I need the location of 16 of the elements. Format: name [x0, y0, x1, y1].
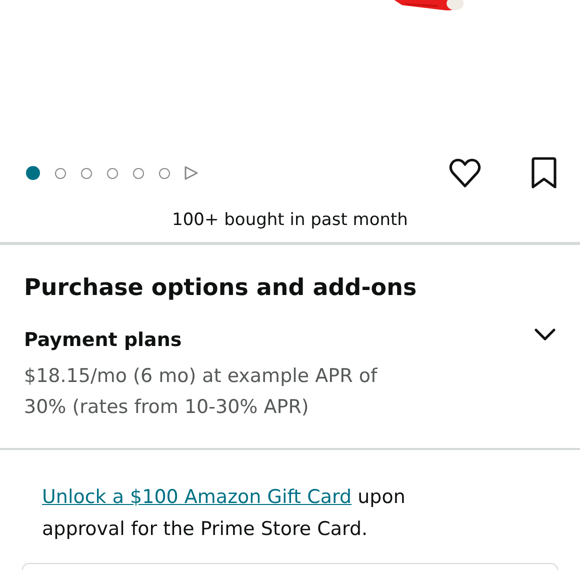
heart-icon[interactable]: [449, 158, 481, 188]
chevron-icon[interactable]: [534, 328, 556, 342]
bookmark-icon[interactable]: [531, 157, 557, 189]
subsection-heading: Payment plans: [24, 328, 182, 353]
carousel-dot[interactable]: [81, 168, 92, 178]
payment-plan-text: $18.15/mo (6 mo) at example APR of 30% (rates from 10-30% APR): [23, 364, 378, 420]
gift-card-link[interactable]: Unlock a $100 Amazon Gift Card: [42, 486, 352, 508]
carousel-dot[interactable]: [107, 168, 118, 178]
carousel-dot[interactable]: [159, 168, 170, 178]
promo-text: Unlock a $100 Amazon Gift Card upon approval for the Prime Store Card.: [41, 485, 406, 542]
play-icon[interactable]: [184, 166, 198, 180]
bought-count-text: 100+ bought in past month: [171, 209, 409, 231]
section-heading: Purchase options and add-ons: [23, 274, 418, 303]
carousel-dot[interactable]: [26, 166, 40, 180]
carousel-dot[interactable]: [55, 168, 66, 178]
carousel-dot[interactable]: [133, 168, 144, 178]
